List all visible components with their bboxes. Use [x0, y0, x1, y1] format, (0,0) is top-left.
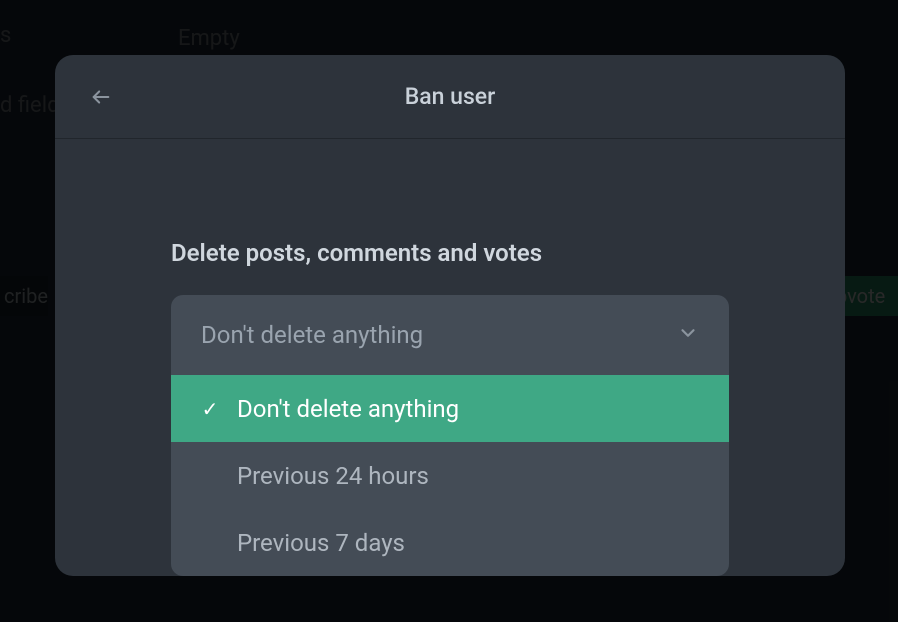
delete-scope-label: Delete posts, comments and votes: [171, 239, 729, 267]
select-trigger[interactable]: Don't delete anything: [171, 295, 729, 375]
option-label: Previous 24 hours: [237, 462, 429, 490]
option-label: Previous 7 days: [237, 529, 405, 557]
option-previous-7-days[interactable]: ✓ Previous 7 days: [171, 509, 729, 576]
modal-header: Ban user: [55, 55, 845, 139]
back-button[interactable]: [85, 81, 117, 113]
check-icon: ✓: [201, 397, 219, 421]
delete-scope-select: Don't delete anything ✓ Don't delete any…: [171, 295, 729, 576]
modal-title: Ban user: [405, 83, 496, 110]
arrow-left-icon: [90, 86, 112, 108]
ban-user-modal: Ban user Delete posts, comments and vote…: [55, 55, 845, 576]
chevron-down-icon: [677, 322, 699, 348]
modal-body: Delete posts, comments and votes Don't d…: [55, 139, 845, 576]
option-dont-delete[interactable]: ✓ Don't delete anything: [171, 375, 729, 442]
select-dropdown: ✓ Don't delete anything ✓ Previous 24 ho…: [171, 375, 729, 576]
option-label: Don't delete anything: [237, 395, 459, 423]
select-value: Don't delete anything: [201, 321, 423, 349]
option-previous-24-hours[interactable]: ✓ Previous 24 hours: [171, 442, 729, 509]
